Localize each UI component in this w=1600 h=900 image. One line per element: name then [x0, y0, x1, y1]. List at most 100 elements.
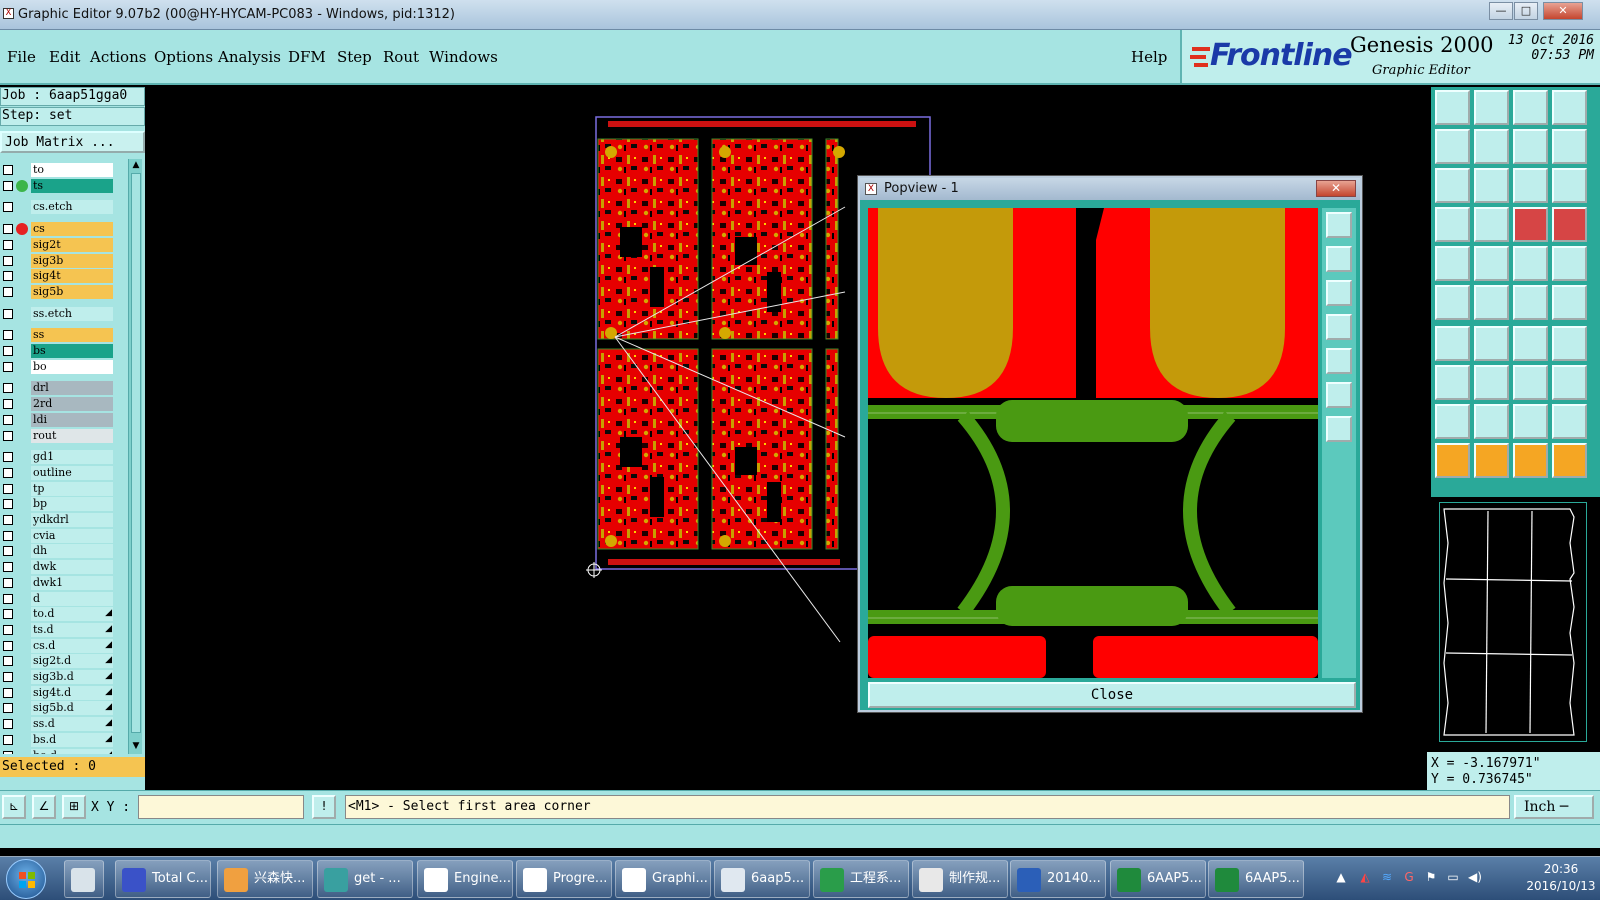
taskbar-item[interactable]: 兴森快...	[217, 860, 313, 898]
layer-checkbox[interactable]	[3, 255, 13, 266]
layer-checkbox[interactable]	[3, 530, 13, 541]
layer-row[interactable]: rout	[0, 428, 116, 443]
layer-row[interactable]: sig4t.d ◢	[0, 685, 116, 700]
arch-icon[interactable]	[1513, 404, 1548, 439]
zoom-fit-icon[interactable]	[1435, 168, 1470, 203]
layer-row[interactable]: bp	[0, 497, 116, 512]
layer-row[interactable]: to.d ◢	[0, 607, 116, 622]
ruler-icon[interactable]	[1513, 246, 1548, 281]
layer-row[interactable]: dwk	[0, 560, 116, 575]
units-dropdown[interactable]: Inch ─	[1514, 795, 1594, 819]
pad-icon[interactable]	[1435, 246, 1470, 281]
layer-name[interactable]: to	[31, 163, 113, 177]
layer-name[interactable]: cs.etch	[31, 200, 113, 215]
layer-row[interactable]: dh	[0, 544, 116, 559]
zoom-center-icon[interactable]	[1474, 168, 1509, 203]
popview-zoom-fit-icon[interactable]	[1326, 212, 1352, 238]
layer-row[interactable]: d	[0, 591, 116, 606]
xy-input[interactable]	[138, 795, 304, 819]
layer-name[interactable]: outline	[31, 465, 113, 480]
menu-actions[interactable]: Actions	[90, 48, 146, 66]
layer-row[interactable]: bo.d◢	[0, 748, 116, 754]
taskbar-item[interactable]: 6AAP5...	[1110, 860, 1206, 898]
layer-checkbox[interactable]	[3, 546, 13, 557]
menu-windows[interactable]: Windows	[429, 48, 498, 66]
layer-row[interactable]: ts	[0, 178, 116, 193]
layer-row[interactable]: sig3b	[0, 253, 116, 268]
layer-checkbox[interactable]	[3, 515, 13, 525]
layer-name[interactable]: dwk1	[31, 575, 113, 590]
layer-row[interactable]: outline	[0, 465, 116, 480]
layer-checkbox[interactable]	[3, 180, 13, 191]
scale-icon[interactable]	[1513, 168, 1548, 203]
layer-row[interactable]: ts.d ◢	[0, 622, 116, 637]
job-matrix-button[interactable]: Job Matrix ...	[0, 131, 145, 153]
layer-row[interactable]: sig4t	[0, 269, 116, 284]
measure-icon[interactable]: ∠	[32, 795, 56, 819]
resize-icon[interactable]	[1513, 365, 1548, 400]
arc-icon[interactable]	[1513, 326, 1548, 361]
layer-row[interactable]: sig5b.d ◢	[0, 701, 116, 716]
layer-name[interactable]: ts.d	[31, 622, 113, 637]
move-left-icon[interactable]	[1435, 129, 1470, 164]
layer-checkbox[interactable]	[3, 719, 13, 730]
layer-name[interactable]: cs.d	[31, 638, 113, 653]
layer-checkbox[interactable]	[3, 577, 13, 588]
layer-name[interactable]: sig2t	[31, 237, 113, 252]
menu-step[interactable]: Step	[337, 48, 372, 66]
layer-checkbox[interactable]	[3, 624, 13, 635]
window-icon[interactable]	[1552, 90, 1587, 125]
layer-checkbox[interactable]	[3, 640, 13, 651]
taskbar-item[interactable]: Graphi...	[615, 860, 711, 898]
layer-checkbox[interactable]	[3, 399, 13, 410]
layer-row[interactable]: tp	[0, 481, 116, 496]
settings-icon[interactable]	[1435, 207, 1470, 242]
layer-checkbox[interactable]	[3, 734, 13, 745]
layer-row[interactable]: cs.etch	[0, 200, 116, 215]
layer-name[interactable]: to.d	[31, 607, 113, 622]
menu-options[interactable]: Options	[154, 48, 213, 66]
layer-row[interactable]: ldi	[0, 412, 116, 427]
parallel-icon[interactable]	[1552, 326, 1587, 361]
info-button[interactable]: !	[312, 795, 336, 819]
layer-name[interactable]: cs	[31, 222, 113, 237]
layer-name[interactable]: sig3b.d	[31, 670, 113, 684]
layer-row[interactable]: drl	[0, 381, 116, 396]
layer-row[interactable]: bs	[0, 344, 116, 358]
taskbar-item[interactable]: 工程系...	[813, 860, 909, 898]
layer-checkbox[interactable]	[3, 414, 13, 425]
network-icon[interactable]: ▭	[1446, 870, 1460, 884]
layer-name[interactable]: gd1	[31, 450, 113, 465]
layer-name[interactable]: bs	[31, 344, 113, 358]
menu-rout[interactable]: Rout	[383, 48, 419, 66]
layer-row[interactable]: bs.d ◢	[0, 732, 116, 747]
layer-name[interactable]: bo.d	[31, 748, 113, 754]
step-icon[interactable]	[1513, 129, 1548, 164]
popview-zoom-in-icon[interactable]	[1326, 382, 1352, 408]
taskbar-item[interactable]: Total C...	[115, 860, 211, 898]
scroll-thumb[interactable]	[131, 173, 141, 733]
route-icon[interactable]	[1552, 443, 1587, 478]
copy-down-icon[interactable]	[1474, 90, 1509, 125]
measure-red-icon[interactable]	[1474, 246, 1509, 281]
layer-name[interactable]: bp	[31, 497, 113, 512]
layer-checkbox[interactable]	[3, 239, 13, 250]
layer-row[interactable]: bo	[0, 359, 116, 374]
help-icon[interactable]	[1552, 168, 1587, 203]
layer-checkbox[interactable]	[3, 687, 13, 698]
layer-checkbox[interactable]	[3, 430, 13, 441]
layer-checkbox[interactable]	[3, 467, 13, 478]
layer-row[interactable]: sig5b	[0, 284, 116, 299]
grid-icon[interactable]: ⊞	[62, 795, 86, 819]
popview-close-icon[interactable]: ✕	[1316, 180, 1356, 197]
layer-checkbox[interactable]	[3, 286, 13, 297]
layer-name[interactable]: dwk	[31, 560, 113, 575]
layer-list-scrollbar[interactable]: ▲ ▼	[128, 159, 142, 754]
layer-name[interactable]: ss.d	[31, 717, 113, 732]
layer-checkbox[interactable]	[3, 383, 13, 394]
snap-icon[interactable]: ⊾	[2, 795, 26, 819]
layer-name[interactable]: sig4t	[31, 269, 113, 284]
layer-row[interactable]: ss	[0, 328, 116, 343]
taskbar-item[interactable]: 制作规...	[912, 860, 1008, 898]
layer-checkbox[interactable]	[3, 499, 13, 510]
